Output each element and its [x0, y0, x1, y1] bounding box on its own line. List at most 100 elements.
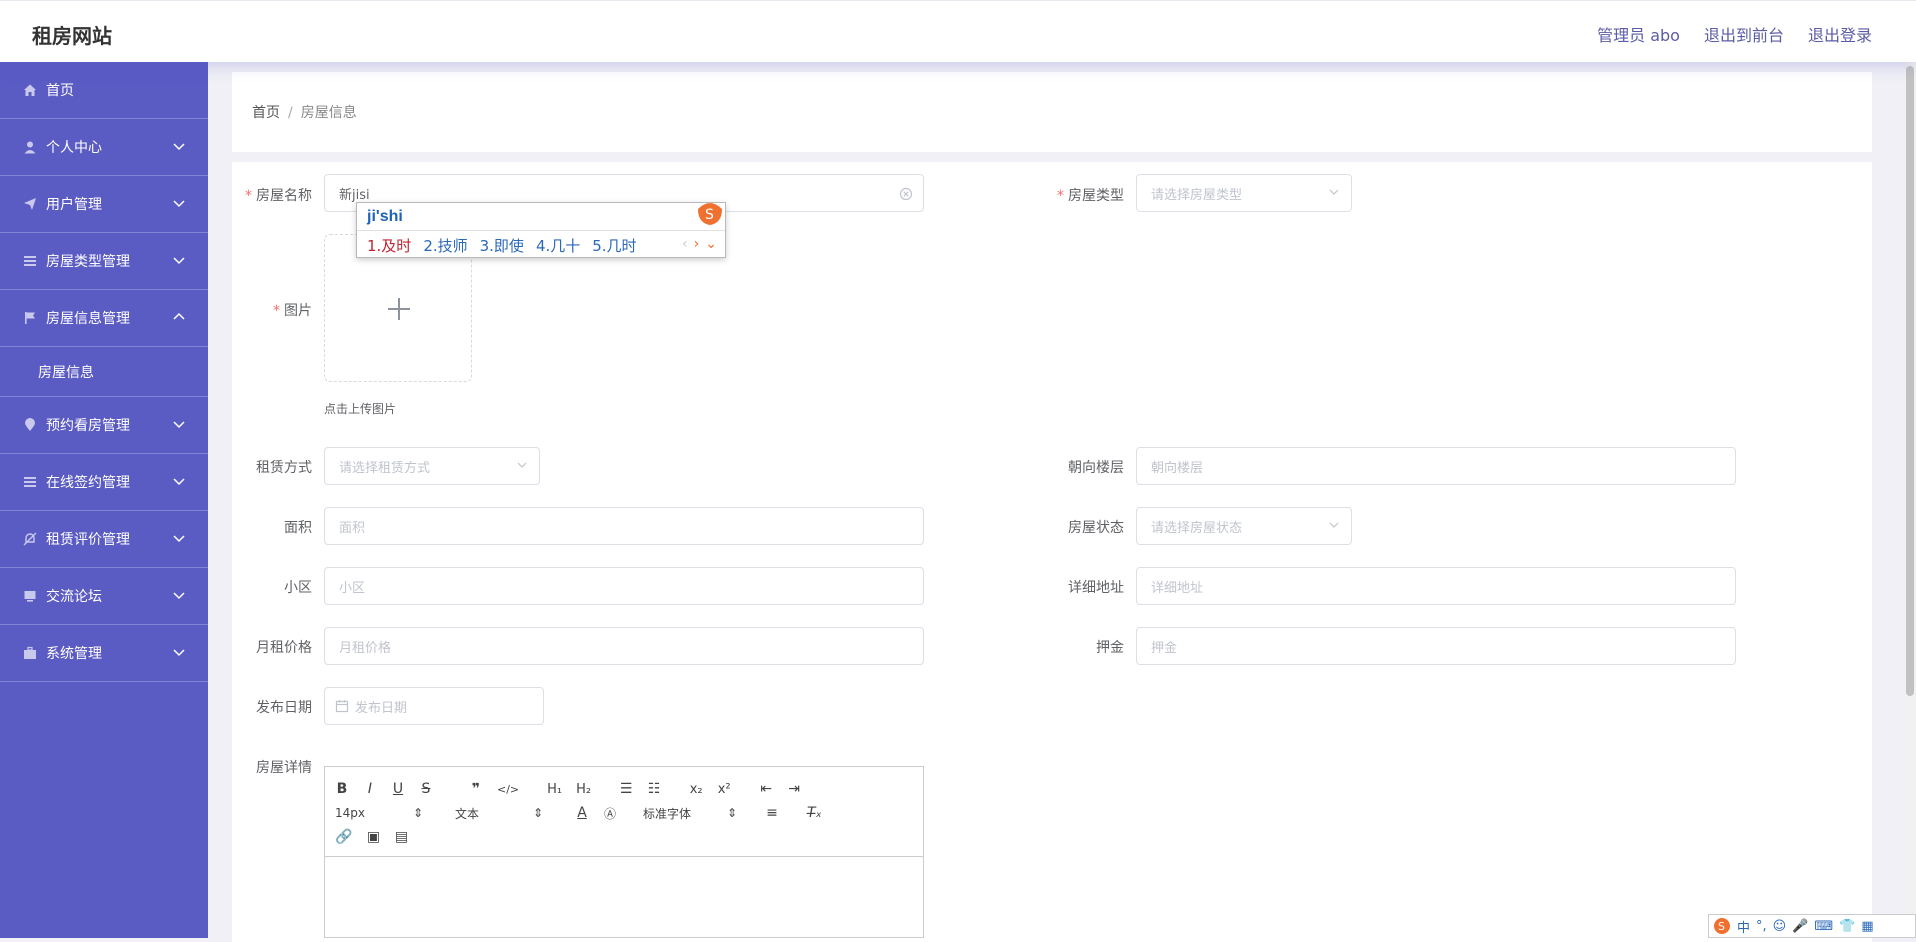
font-color-button[interactable]: A [575, 805, 589, 821]
ime-next-icon[interactable]: › [694, 236, 700, 252]
sidebar-item-viewing-appointment[interactable]: 预约看房管理 [0, 397, 208, 454]
breadcrumb-separator: / [288, 105, 293, 121]
rich-text-editor: B I U S ❞ </> H₁ H₂ ☰ ☷ x₂ x² ⇤ ⇥ 14px ⇕ … [324, 766, 924, 938]
scrollbar-thumb[interactable] [1906, 66, 1914, 696]
deposit-input[interactable]: 押金 [1136, 627, 1736, 665]
underline-button[interactable]: U [391, 781, 405, 797]
background-color-button[interactable]: Ⓐ [603, 805, 617, 822]
sogou-logo-icon[interactable]: S [1713, 917, 1731, 935]
community-input[interactable]: 小区 [324, 567, 924, 605]
font-family-select[interactable]: 标准字体 ⇕ [643, 805, 737, 822]
header2-button[interactable]: H₂ [576, 782, 591, 797]
ime-divider [357, 230, 725, 231]
sidebar-item-house-info-management[interactable]: 房屋信息管理 [0, 290, 208, 347]
blockquote-button[interactable]: ❞ [469, 781, 483, 797]
clear-icon[interactable] [899, 187, 913, 201]
clear-format-button[interactable]: T̶ₓ [807, 805, 822, 821]
editor-toolbar: B I U S ❞ </> H₁ H₂ ☰ ☷ x₂ x² ⇤ ⇥ 14px ⇕ … [325, 767, 923, 857]
toolbox-icon[interactable]: ▦ [1861, 919, 1873, 934]
sidebar-item-personal-center[interactable]: 个人中心 [0, 119, 208, 176]
ime-composition: ji'shi [367, 208, 403, 225]
chevron-down-icon [173, 143, 185, 151]
sidebar: 首页 个人中心 用户管理 房屋类型管理 房屋信息管理 房屋信息 预约看房管理 在… [0, 62, 208, 938]
font-size-select[interactable]: 14px ⇕ [335, 806, 423, 820]
ime-nav: ‹ › ⌄ [682, 236, 717, 252]
user-icon [22, 139, 38, 155]
upload-hint: 点击上传图片 [324, 402, 397, 416]
community-label: 小区 [284, 580, 312, 596]
exit-to-frontend-link[interactable]: 退出到前台 [1704, 22, 1784, 46]
sidebar-item-rental-review[interactable]: 租赁评价管理 [0, 511, 208, 568]
ime-candidate[interactable]: 2.技师 [423, 235, 467, 256]
logout-link[interactable]: 退出登录 [1808, 22, 1872, 46]
list-icon [22, 253, 38, 269]
sidebar-item-system-management[interactable]: 系统管理 [0, 625, 208, 682]
sidebar-item-house-type-management[interactable]: 房屋类型管理 [0, 233, 208, 290]
top-bar: 租房网站 管理员 abo 退出到前台 退出登录 [0, 0, 1916, 62]
outdent-button[interactable]: ⇤ [759, 781, 773, 797]
sidebar-item-online-signing[interactable]: 在线签约管理 [0, 454, 208, 511]
sidebar-item-user-management[interactable]: 用户管理 [0, 176, 208, 233]
area-input[interactable]: 面积 [324, 507, 924, 545]
chevron-down-icon [173, 535, 185, 543]
code-block-button[interactable]: </> [497, 783, 519, 796]
chevron-down-icon [173, 200, 185, 208]
bell-off-icon [22, 531, 38, 547]
ime-candidate[interactable]: 3.即使 [480, 235, 524, 256]
house-type-label: * 房屋类型 [1057, 188, 1124, 204]
sidebar-subitem-label: 房屋信息 [38, 364, 94, 381]
sogou-logo-icon: S [698, 203, 722, 225]
bullet-list-button[interactable]: ☷ [647, 781, 661, 797]
header1-button[interactable]: H₁ [547, 782, 562, 797]
floor-input[interactable]: 朝向楼层 [1136, 447, 1736, 485]
address-input[interactable]: 详细地址 [1136, 567, 1736, 605]
ime-language-toggle[interactable]: 中 [1737, 917, 1750, 936]
page-scrollbar[interactable] [1904, 62, 1916, 938]
keyboard-icon[interactable]: ⌨ [1814, 919, 1833, 934]
status-label: 房屋状态 [1068, 520, 1124, 536]
ime-prev-icon[interactable]: ‹ [682, 236, 688, 252]
svg-text:S: S [1718, 920, 1725, 933]
price-input[interactable]: 月租价格 [324, 627, 924, 665]
floor-label: 朝向楼层 [1068, 460, 1124, 476]
indent-button[interactable]: ⇥ [787, 781, 801, 797]
emoji-icon[interactable]: ☺ [1773, 919, 1787, 934]
sidebar-item-home[interactable]: 首页 [0, 62, 208, 119]
sidebar-item-label: 房屋类型管理 [46, 254, 130, 270]
microphone-icon[interactable]: 🎤 [1792, 919, 1808, 934]
status-select[interactable]: 请选择房屋状态 [1136, 507, 1352, 545]
italic-button[interactable]: I [363, 781, 377, 797]
sidebar-item-label: 预约看房管理 [46, 418, 130, 434]
strike-button[interactable]: S [419, 781, 433, 797]
rent-mode-select[interactable]: 请选择租赁方式 [324, 447, 540, 485]
breadcrumb-home[interactable]: 首页 [252, 105, 280, 121]
align-button[interactable]: ≡ [765, 805, 779, 821]
chevron-up-icon [173, 312, 185, 320]
image-icon[interactable]: ▣ [366, 829, 380, 845]
ordered-list-button[interactable]: ☰ [619, 781, 633, 797]
admin-user-link[interactable]: 管理员 abo [1597, 22, 1680, 46]
send-icon [22, 196, 38, 212]
deposit-label: 押金 [1096, 640, 1124, 656]
sidebar-item-label: 用户管理 [46, 197, 102, 213]
punctuation-icon[interactable]: °, [1756, 919, 1767, 934]
ime-candidate[interactable]: 5.几时 [592, 235, 636, 256]
link-icon[interactable]: 🔗 [335, 829, 352, 845]
sidebar-item-forum[interactable]: 交流论坛 [0, 568, 208, 625]
subscript-button[interactable]: x₂ [689, 782, 703, 797]
superscript-button[interactable]: x² [717, 782, 731, 797]
video-icon[interactable]: ▤ [394, 829, 408, 845]
sidebar-subitem-house-info[interactable]: 房屋信息 [0, 347, 208, 397]
header-format-select[interactable]: 文本 ⇕ [455, 805, 543, 822]
chevron-down-icon [173, 421, 185, 429]
bold-button[interactable]: B [335, 781, 349, 797]
ime-candidate[interactable]: 4.几十 [536, 235, 580, 256]
suitcase-icon [22, 645, 38, 661]
top-nav: 管理员 abo 退出到前台 退出登录 [1597, 22, 1872, 46]
ime-toolbar: S 中 °, ☺ 🎤 ⌨ 👕 ▦ [1708, 914, 1916, 938]
ime-candidate[interactable]: 1.及时 [367, 235, 411, 256]
skin-icon[interactable]: 👕 [1839, 919, 1855, 934]
house-type-select[interactable]: 请选择房屋类型 [1136, 174, 1352, 212]
date-picker[interactable]: 发布日期 [324, 687, 544, 725]
ime-expand-icon[interactable]: ⌄ [705, 236, 717, 252]
